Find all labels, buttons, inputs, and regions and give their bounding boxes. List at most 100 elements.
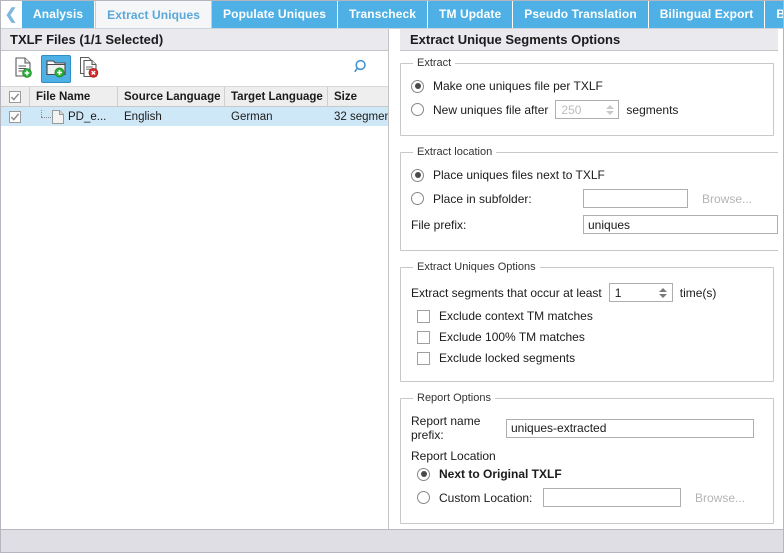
column-header-size[interactable]: Size: [328, 87, 388, 106]
row-select-cell[interactable]: [0, 107, 30, 126]
column-header-file-name[interactable]: File Name: [30, 87, 118, 106]
file-toolbar: [0, 51, 388, 87]
option-one-per-txlf-row[interactable]: Make one uniques file per TXLF: [411, 79, 763, 93]
column-label: Source Language: [124, 91, 221, 103]
option-next-to-txlf-row[interactable]: Place uniques files next to TXLF: [411, 168, 778, 182]
file-prefix-row: File prefix:: [411, 215, 778, 234]
select-all-header[interactable]: [0, 87, 30, 106]
radio-place-in-subfolder[interactable]: [411, 192, 424, 205]
check-icon: [10, 112, 20, 122]
extract-group: Extract Make one uniques file per TXLF N…: [400, 57, 774, 136]
exclude-locked-row[interactable]: Exclude locked segments: [417, 351, 763, 365]
stepper-arrows-icon[interactable]: [654, 284, 672, 301]
report-prefix-row: Report name prefix:: [411, 414, 763, 442]
custom-location-input[interactable]: [543, 488, 681, 507]
report-prefix-input[interactable]: [506, 419, 754, 438]
custom-location-browse-button[interactable]: Browse...: [695, 491, 745, 505]
row-checkbox[interactable]: [9, 111, 21, 123]
txlf-files-panel: TXLF Files (1/1 Selected): [0, 29, 389, 529]
option-one-per-txlf-label: Make one uniques file per TXLF: [433, 79, 603, 93]
stepper-down-icon[interactable]: [606, 111, 614, 115]
select-all-checkbox[interactable]: [9, 91, 21, 103]
txlf-files-table: File Name Source Language Target Languag…: [0, 87, 388, 529]
exclude-100-tm-label: Exclude 100% TM matches: [439, 330, 585, 344]
panel-title: Extract Unique Segments Options: [410, 32, 620, 47]
tab-label: Bilingual Import: [776, 7, 784, 21]
status-bar: [0, 529, 784, 553]
target-language-text: German: [231, 111, 273, 123]
segments-count-value: 250: [556, 101, 600, 118]
stepper-up-icon[interactable]: [659, 288, 667, 292]
extract-location-group: Extract location Place uniques files nex…: [400, 146, 778, 251]
exclude-locked-label: Exclude locked segments: [439, 351, 575, 365]
option-subfolder-row[interactable]: Place in subfolder: Browse...: [411, 189, 778, 208]
add-folder-button[interactable]: [41, 55, 71, 83]
option-next-original-row[interactable]: Next to Original TXLF: [417, 467, 763, 481]
exclude-100-tm-row[interactable]: Exclude 100% TM matches: [417, 330, 763, 344]
occurrence-stepper[interactable]: 1: [609, 283, 673, 302]
stepper-down-icon[interactable]: [659, 294, 667, 298]
occurrence-value: 1: [610, 284, 654, 301]
txlf-files-header: TXLF Files (1/1 Selected): [0, 29, 388, 51]
check-icon: [10, 92, 20, 102]
occurrence-unit-label: time(s): [680, 286, 717, 300]
remove-files-button[interactable]: [74, 55, 104, 83]
table-row[interactable]: PD_e... English German 32 segments: [0, 107, 388, 126]
tab-label: Extract Uniques: [107, 8, 200, 22]
tab-scroll-left-icon[interactable]: ❮: [0, 0, 22, 28]
option-next-original-label: Next to Original TXLF: [439, 467, 562, 481]
exclude-context-tm-label: Exclude context TM matches: [439, 309, 593, 323]
stepper-arrows-icon[interactable]: [600, 101, 618, 118]
subfolder-input[interactable]: [583, 189, 688, 208]
option-custom-location-row[interactable]: Custom Location: Browse...: [417, 488, 763, 507]
extract-uniques-options-group: Extract Uniques Options Extract segments…: [400, 261, 774, 382]
radio-next-to-original-txlf[interactable]: [417, 468, 430, 481]
tab-pseudo-translation[interactable]: Pseudo Translation: [513, 0, 649, 28]
tab-bar: ❮ Analysis Extract Uniques Populate Uniq…: [0, 0, 784, 29]
cell-file-name: PD_e...: [30, 107, 118, 126]
checkbox-exclude-locked-segments[interactable]: [417, 352, 430, 365]
search-button[interactable]: [350, 57, 374, 81]
source-language-text: English: [124, 111, 162, 123]
segments-unit-label: segments: [626, 103, 678, 117]
radio-one-per-txlf[interactable]: [411, 80, 424, 93]
options-form: Extract Make one uniques file per TXLF N…: [395, 51, 778, 529]
tab-bilingual-export[interactable]: Bilingual Export: [649, 0, 766, 28]
column-label: File Name: [36, 91, 90, 103]
file-prefix-input[interactable]: [583, 215, 778, 234]
option-subfolder-label: Place in subfolder:: [433, 192, 583, 206]
occurrence-label: Extract segments that occur at least: [411, 286, 602, 300]
option-new-after-row[interactable]: New uniques file after 250 segments: [411, 100, 763, 119]
extract-uniques-options-legend: Extract Uniques Options: [413, 261, 540, 273]
tab-label: Populate Uniques: [223, 7, 326, 21]
table-header-row: File Name Source Language Target Languag…: [0, 87, 388, 107]
tab-extract-uniques[interactable]: Extract Uniques: [95, 0, 212, 29]
option-next-to-txlf-label: Place uniques files next to TXLF: [433, 168, 605, 182]
segments-count-stepper[interactable]: 250: [555, 100, 619, 119]
checkbox-exclude-context-tm[interactable]: [417, 310, 430, 323]
tab-label: TM Update: [439, 7, 501, 21]
radio-next-to-txlf[interactable]: [411, 169, 424, 182]
tab-transcheck[interactable]: Transcheck: [338, 0, 428, 28]
tab-bilingual-import[interactable]: Bilingual Import: [765, 0, 784, 28]
column-header-source-language[interactable]: Source Language: [118, 87, 225, 106]
extract-group-legend: Extract: [413, 57, 455, 69]
add-file-icon: [12, 56, 34, 81]
radio-custom-location[interactable]: [417, 491, 430, 504]
column-header-target-language[interactable]: Target Language: [225, 87, 328, 106]
extract-options-panel: Extract Unique Segments Options Extract …: [395, 29, 784, 529]
subfolder-browse-button[interactable]: Browse...: [702, 192, 752, 206]
checkbox-exclude-100-tm[interactable]: [417, 331, 430, 344]
application-window: ❮ Analysis Extract Uniques Populate Uniq…: [0, 0, 784, 553]
extract-options-header: Extract Unique Segments Options: [400, 29, 778, 51]
tab-populate-uniques[interactable]: Populate Uniques: [212, 0, 338, 28]
tab-analysis[interactable]: Analysis: [22, 0, 95, 28]
exclude-context-tm-row[interactable]: Exclude context TM matches: [417, 309, 763, 323]
stepper-up-icon[interactable]: [606, 105, 614, 109]
add-file-button[interactable]: [8, 55, 38, 83]
radio-new-uniques-after[interactable]: [411, 103, 424, 116]
tab-tm-update[interactable]: TM Update: [428, 0, 513, 28]
cell-source-language: English: [118, 107, 225, 126]
option-new-after-label: New uniques file after: [433, 103, 548, 117]
cell-target-language: German: [225, 107, 328, 126]
